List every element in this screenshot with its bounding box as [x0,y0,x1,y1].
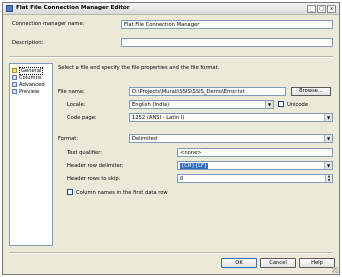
advanced-icon [12,82,17,87]
page-navigation: General Columns Advanced Preview [9,63,53,246]
locale-label: Locale: [67,102,86,108]
unicode-checkbox[interactable] [278,101,284,107]
format-value: Delimited [132,136,158,142]
file-name-field[interactable]: D:\Projects\Murali\SSIS\SSIS_Demo\Error.… [129,87,286,96]
header-divider [9,56,333,58]
close-button[interactable]: x [327,5,336,13]
nav-item-columns[interactable]: Columns [12,74,42,81]
code-page-value: 1252 (ANSI - Latin I) [132,115,185,121]
column-names-label: Column names in the first data row [76,190,168,196]
window-title: Flat File Connection Manager Editor [16,5,130,11]
connection-name-field[interactable]: Flat File Connection Manager [121,20,333,29]
locale-value: English (India) [132,102,170,108]
chevron-down-icon: ▼ [324,162,332,169]
description-field[interactable] [121,38,333,47]
spin-down-icon[interactable]: ▼ [326,178,332,183]
chevron-down-icon: ▼ [324,135,332,142]
maximize-button[interactable]: □ [317,5,326,13]
code-page-select[interactable]: 1252 (ANSI - Latin I) ▼ [129,113,333,122]
text-qualifier-field[interactable]: <none> [177,148,333,157]
browse-button[interactable]: Browse... [291,87,331,96]
text-qualifier-label: Text qualifier: [67,150,103,156]
help-button[interactable]: Help [299,258,335,268]
connection-name-label: Connection manager name: [12,21,85,27]
preview-icon [12,89,17,94]
header-row-delimiter-value: {CR}{LF} [180,163,209,169]
format-select[interactable]: Delimited ▼ [129,134,333,143]
header-rows-skip-stepper[interactable]: 0 ▲ ▼ [177,174,333,183]
window-controls: _ □ x [307,5,336,13]
chevron-down-icon: ▼ [265,101,273,108]
page-intro: Select a file and specify the file prope… [58,65,220,71]
selected-text: {CR}{LF} [180,163,209,169]
header-rows-skip-label: Header rows to skip: [67,176,121,182]
format-label: Format: [58,136,79,142]
chevron-down-icon: ▼ [324,114,332,121]
description-label: Description: [12,40,44,46]
header-rows-skip-value: 0 [180,176,184,182]
locale-select[interactable]: English (India) ▼ [129,100,274,109]
title-bar: Flat File Connection Manager Editor _ □ … [3,3,339,15]
header-row-delimiter-label: Header row delimiter: [67,163,124,169]
columns-icon [12,75,17,80]
editor-window: Flat File Connection Manager Editor _ □ … [2,2,340,275]
file-name-label: File name: [58,89,85,95]
unicode-label: Unicode [287,102,309,108]
resize-grip[interactable] [332,267,338,273]
spinner-arrows[interactable]: ▲ ▼ [325,175,332,182]
nav-item-label: Columns [19,74,42,81]
minimize-button[interactable]: _ [307,5,316,13]
cancel-button[interactable]: Cancel [260,258,296,268]
ok-button[interactable]: OK [221,258,257,268]
nav-item-label: Preview [19,88,40,95]
code-page-label: Code page: [67,115,97,121]
column-names-checkbox[interactable] [67,189,73,195]
nav-item-label: Advanced [19,81,45,88]
general-icon [12,68,17,73]
footer-divider [9,252,333,254]
nav-item-preview[interactable]: Preview [12,88,39,95]
header-row-delimiter-select[interactable]: {CR}{LF} ▼ [177,161,333,170]
nav-item-general[interactable]: General [12,66,44,75]
nav-item-advanced[interactable]: Advanced [12,81,45,88]
app-icon [6,5,13,12]
